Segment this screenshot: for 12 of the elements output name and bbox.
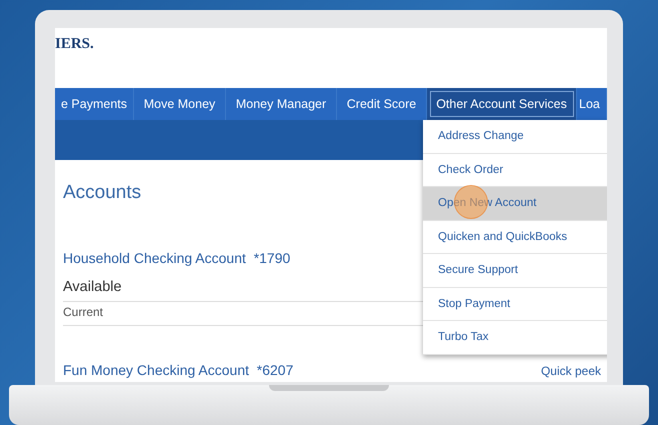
account-link[interactable]: Household Checking Account *1790	[63, 250, 290, 266]
menu-item[interactable]: Check Order	[423, 154, 607, 187]
menu-item[interactable]: Quicken and QuickBooks	[423, 220, 607, 254]
quick-peek-link[interactable]: Quick peek	[540, 364, 601, 378]
menu-item[interactable]: Turbo Tax	[423, 321, 607, 354]
menu-item[interactable]: Secure Support	[423, 254, 607, 288]
menu-item[interactable]: Stop Payment	[423, 288, 607, 321]
bank-logo: IERS.	[55, 36, 94, 53]
account-link[interactable]: Fun Money Checking Account *6207	[63, 362, 294, 378]
page-title: Accounts	[63, 182, 142, 204]
menu-item[interactable]: Address Change	[423, 120, 607, 154]
nav-tab[interactable]: Other Account Services	[427, 88, 578, 120]
